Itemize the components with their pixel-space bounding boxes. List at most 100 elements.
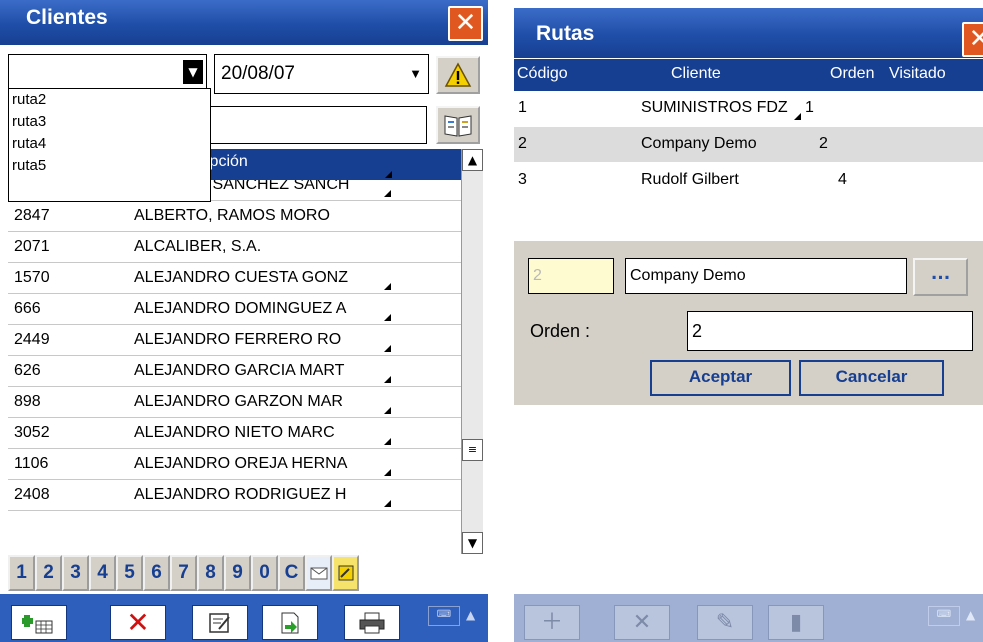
delete-button[interactable]: ✕ xyxy=(614,605,670,640)
routes-grid: Código Cliente Orden Visitado 1 SUMINIST… xyxy=(514,59,983,199)
edit-panel: 2 Company Demo ... Orden : 2 Aceptar Can… xyxy=(514,241,983,405)
table-row[interactable]: 1 SUMINISTROS FDZ 1 xyxy=(514,91,983,127)
key-c[interactable]: C xyxy=(278,555,305,591)
orden-field[interactable]: 2 xyxy=(687,311,973,351)
close-icon[interactable]: ✕ xyxy=(448,6,483,41)
print-button[interactable] xyxy=(344,605,400,640)
row-code: 3052 xyxy=(14,424,50,441)
close-icon[interactable]: ✕ xyxy=(962,22,983,57)
column-visitado[interactable]: Visitado xyxy=(889,65,946,83)
keyboard-icon[interactable]: ⌨ xyxy=(428,606,460,626)
edit-button[interactable] xyxy=(192,605,248,640)
table-row[interactable]: 2449 ALEJANDRO FERRERO RO xyxy=(8,325,461,356)
key-0[interactable]: 0 xyxy=(251,555,278,591)
row-code: 2408 xyxy=(14,486,50,503)
orden-label: Orden : xyxy=(530,321,591,341)
table-row[interactable]: 1106 ALEJANDRO OREJA HERNA xyxy=(8,449,461,480)
keyboard-arrow-icon[interactable]: ▲ xyxy=(466,608,475,622)
table-row[interactable]: 626 ALEJANDRO GARCIA MART xyxy=(8,356,461,387)
key-6[interactable]: 6 xyxy=(143,555,170,591)
truncation-marker xyxy=(384,345,391,352)
accept-button[interactable]: Aceptar xyxy=(650,360,791,396)
column-description[interactable]: ipción xyxy=(206,153,248,171)
key-8[interactable]: 8 xyxy=(197,555,224,591)
truncation-marker xyxy=(384,314,391,321)
column-cliente[interactable]: Cliente xyxy=(671,65,721,83)
dropdown-option[interactable]: ruta5 xyxy=(9,155,210,177)
truncation-marker xyxy=(384,438,391,445)
key-2[interactable]: 2 xyxy=(35,555,62,591)
key-7[interactable]: 7 xyxy=(170,555,197,591)
date-combo[interactable]: 20/08/07 ▼ xyxy=(214,54,429,94)
key-5[interactable]: 5 xyxy=(116,555,143,591)
export-button[interactable]: ▮ xyxy=(768,605,824,640)
add-button[interactable]: ＋ xyxy=(524,605,580,640)
keyboard-arrow-icon[interactable]: ▲ xyxy=(966,608,975,622)
row-name: ALEJANDRO DOMINGUEZ A xyxy=(134,300,347,317)
edit-button[interactable]: ✎ xyxy=(697,605,753,640)
row-name: ALEJANDRO GARZON MAR xyxy=(134,393,343,410)
column-orden[interactable]: Orden xyxy=(830,65,874,83)
row-name: ALEJANDRO NIETO MARC xyxy=(134,424,335,441)
clientes-toolbar: ✕ ⌨ ▲ xyxy=(0,594,488,642)
warning-button[interactable] xyxy=(436,56,480,94)
dropdown-option[interactable]: ruta2 xyxy=(9,89,210,111)
key-3[interactable]: 3 xyxy=(62,555,89,591)
chevron-down-icon[interactable]: ▼ xyxy=(183,60,203,84)
table-row[interactable]: 1570 ALEJANDRO CUESTA GONZ xyxy=(8,263,461,294)
resize-handle xyxy=(385,171,392,178)
table-row[interactable]: 3052 ALEJANDRO NIETO MARC xyxy=(8,418,461,449)
search-input[interactable] xyxy=(208,106,427,144)
dropdown-option[interactable]: ruta4 xyxy=(9,133,210,155)
table-row[interactable]: 898 ALEJANDRO GARZON MAR xyxy=(8,387,461,418)
delete-icon: ✕ xyxy=(126,606,150,639)
browse-button[interactable]: ... xyxy=(913,258,968,296)
chevron-down-icon[interactable]: ▼ xyxy=(409,55,422,93)
keyboard-icon[interactable]: ⌨ xyxy=(928,606,960,626)
scroll-thumb[interactable]: ≡ xyxy=(462,439,483,461)
mail-icon[interactable] xyxy=(305,555,332,591)
table-row[interactable]: 666 ALEJANDRO DOMINGUEZ A xyxy=(8,294,461,325)
edit-icon xyxy=(209,613,230,633)
route-dropdown-list: ruta2 ruta3 ruta4 ruta5 xyxy=(8,88,211,202)
vertical-scrollbar[interactable]: ▲ ≡ ▼ xyxy=(461,149,483,554)
export-button[interactable] xyxy=(262,605,318,640)
key-1[interactable]: 1 xyxy=(8,555,35,591)
key-9[interactable]: 9 xyxy=(224,555,251,591)
row-cliente: Rudolf Gilbert xyxy=(641,171,739,188)
table-row[interactable]: 2071 ALCALIBER, S.A. xyxy=(8,232,461,263)
table-row[interactable]: 2847 ALBERTO, RAMOS MORO xyxy=(8,201,461,232)
row-code: 626 xyxy=(14,362,41,379)
rutas-window: Rutas ✕ Código Cliente Orden Visitado 1 … xyxy=(514,0,983,642)
add-button[interactable] xyxy=(11,605,67,640)
edit-icon: ✎ xyxy=(715,610,735,635)
truncation-marker xyxy=(794,113,801,120)
cancel-button[interactable]: Cancelar xyxy=(799,360,944,396)
client-list: 536 ALBERTO SANCHEZ SANCH 2847 ALBERTO, … xyxy=(8,180,461,554)
date-value: 20/08/07 xyxy=(221,63,295,84)
row-cliente: SUMINISTROS FDZ xyxy=(641,99,788,116)
row-name: ALEJANDRO CUESTA GONZ xyxy=(134,269,348,286)
address-book-button[interactable] xyxy=(436,106,480,144)
row-name: ALEJANDRO OREJA HERNA xyxy=(134,455,348,472)
client-field[interactable]: Company Demo xyxy=(625,258,907,294)
notes-icon[interactable] xyxy=(332,555,359,591)
dropdown-option[interactable]: ruta3 xyxy=(9,111,210,133)
delete-button[interactable]: ✕ xyxy=(110,605,166,640)
warning-icon xyxy=(444,62,472,87)
row-codigo: 2 xyxy=(518,135,527,152)
add-record-icon xyxy=(21,615,53,634)
row-code: 666 xyxy=(14,300,41,317)
key-4[interactable]: 4 xyxy=(89,555,116,591)
route-combo[interactable]: ▼ xyxy=(8,54,207,90)
table-row[interactable]: 3 Rudolf Gilbert 4 xyxy=(514,163,983,199)
row-code: 2071 xyxy=(14,238,50,255)
table-row-selected[interactable]: 2 Company Demo 2 xyxy=(514,127,983,163)
scroll-up-icon[interactable]: ▲ xyxy=(462,149,483,171)
scroll-down-icon[interactable]: ▼ xyxy=(462,532,483,554)
code-field[interactable]: 2 xyxy=(528,258,614,294)
row-name: ALEJANDRO GARCIA MART xyxy=(134,362,345,379)
column-codigo[interactable]: Código xyxy=(517,65,568,83)
quick-filter-keys: 1 2 3 4 5 6 7 8 9 0 C xyxy=(8,555,488,591)
table-row[interactable]: 2408 ALEJANDRO RODRIGUEZ H xyxy=(8,480,461,511)
